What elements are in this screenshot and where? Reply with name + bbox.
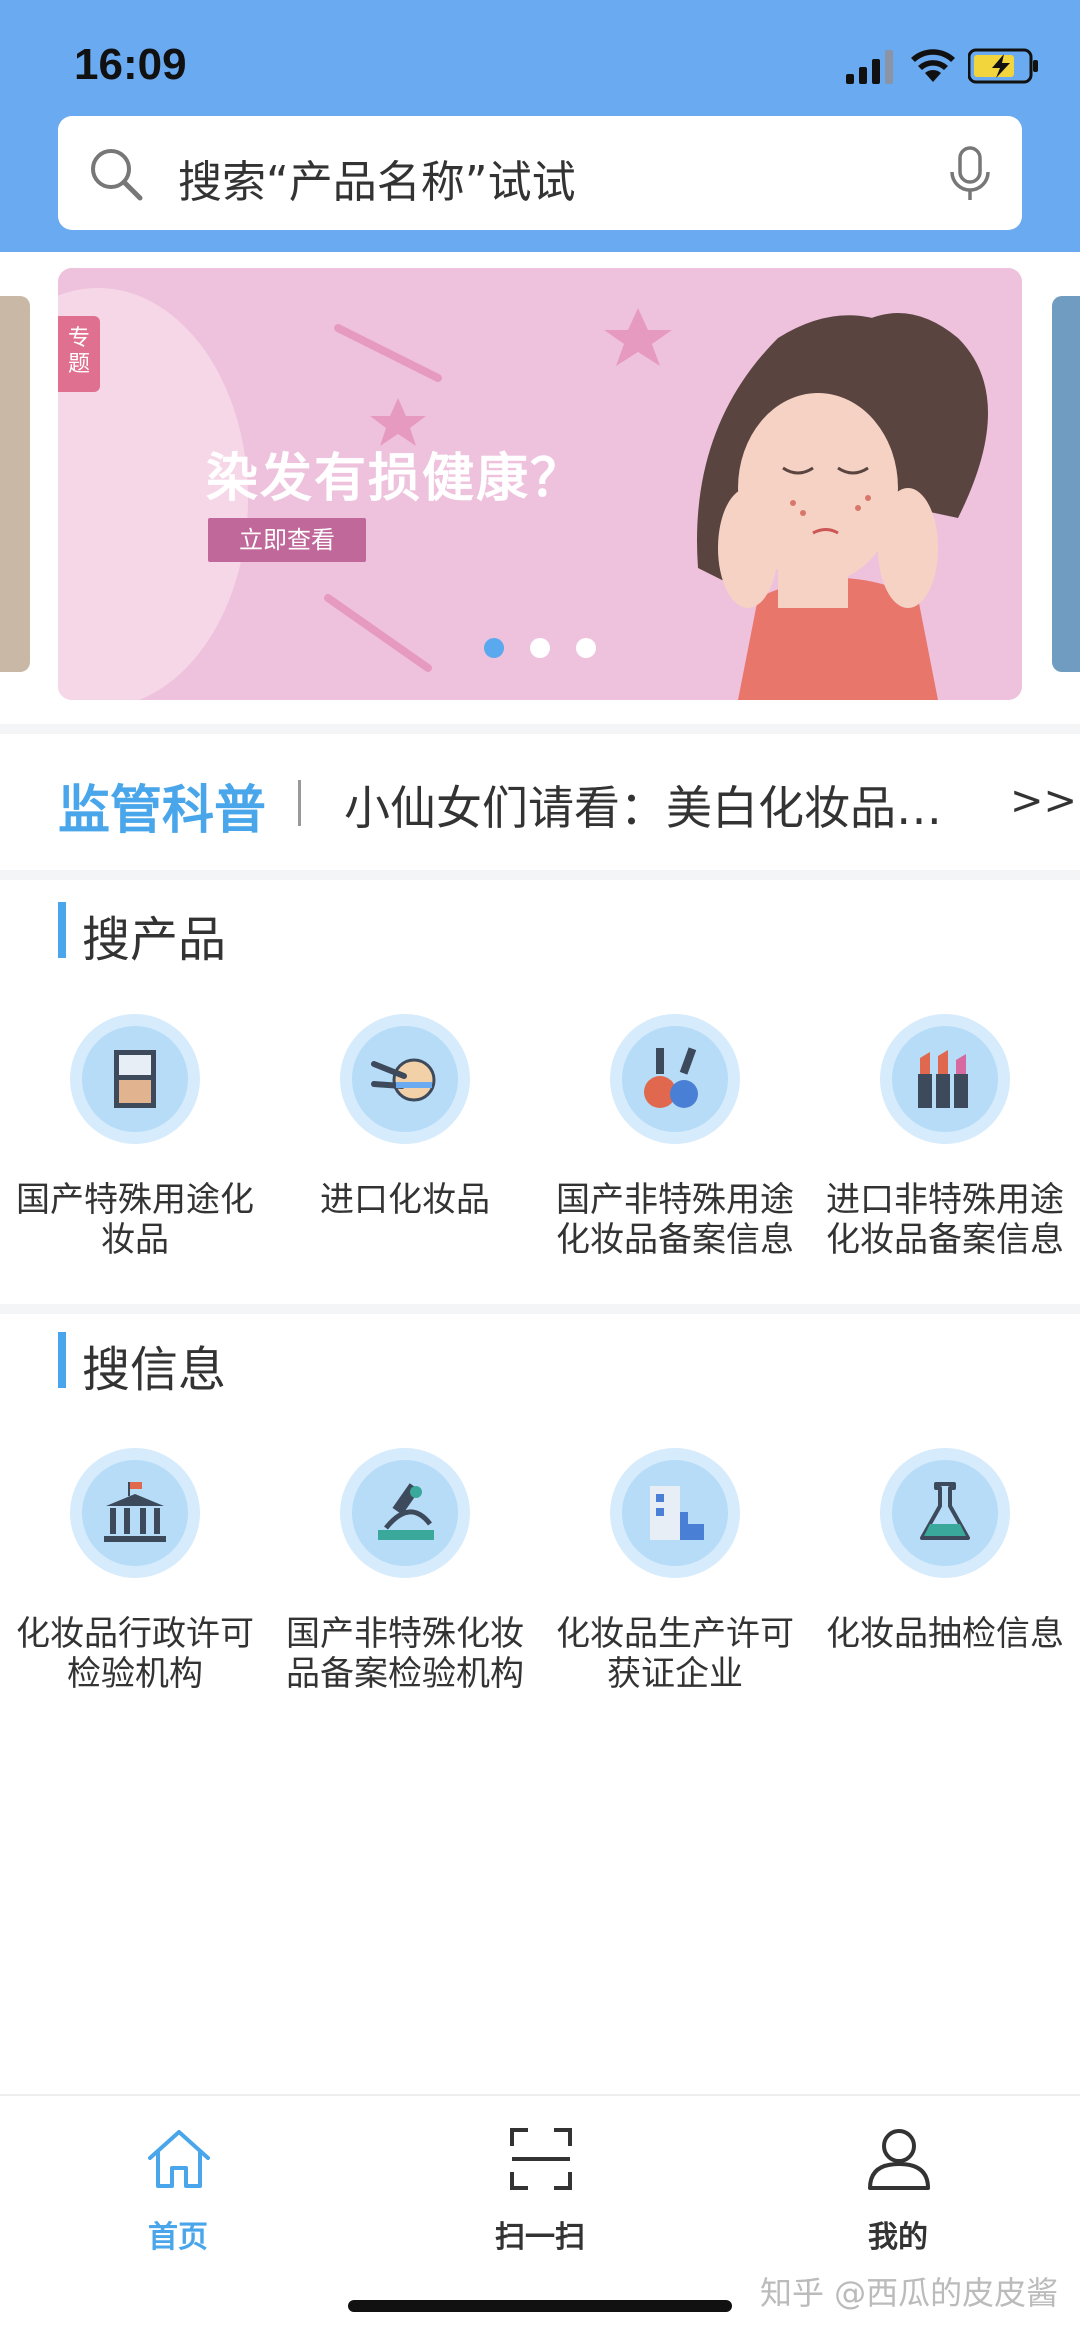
info-category-licensed-producers[interactable]: 化妆品生产许可获证企业	[540, 1448, 810, 1708]
product-category-imported[interactable]: 进口化妆品	[270, 1014, 540, 1274]
watermark: 知乎 @西瓜的皮皮酱	[760, 2274, 1059, 2312]
product-category-domestic-nonspecial[interactable]: 国产非特殊用途化妆品备案信息	[540, 1014, 810, 1274]
lipstick-icon	[918, 1050, 968, 1108]
banner-title: 染发有损健康？	[206, 449, 585, 509]
carousel-dot[interactable]	[484, 638, 504, 658]
section-accent-bar	[58, 1332, 66, 1388]
ticker-separator	[298, 780, 301, 826]
icon-circle	[70, 1448, 200, 1578]
cellular-signal-icon	[846, 50, 893, 84]
icon-circle	[610, 1014, 740, 1144]
status-time: 16:09	[74, 40, 187, 89]
info-category-admin-license-labs[interactable]: 化妆品行政许可检验机构	[0, 1448, 270, 1708]
tab-profile-label: 我的	[868, 2220, 928, 2255]
carousel-dot[interactable]	[530, 638, 550, 658]
icon-circle	[70, 1014, 200, 1144]
grid-item-label: 国产特殊用途化妆品	[16, 1180, 254, 1260]
nail-polish-icon	[644, 1047, 698, 1108]
institution-building-icon	[104, 1482, 166, 1542]
section-divider	[0, 724, 1080, 734]
section-products-title: 搜产品	[82, 912, 227, 968]
banner-peek-next[interactable]	[1052, 296, 1080, 672]
product-category-domestic-special[interactable]: 国产特殊用途化妆品	[0, 1014, 270, 1274]
icon-circle	[340, 1014, 470, 1144]
tab-scan-label: 扫一扫	[495, 2220, 585, 2255]
section-products-header: 搜产品	[58, 900, 458, 968]
icon-circle	[880, 1014, 1010, 1144]
grid-item-label: 国产非特殊化妆品备案检验机构	[286, 1614, 524, 1694]
makeup-brush-icon	[371, 1058, 436, 1102]
icon-circle	[610, 1448, 740, 1578]
grid-item-label: 进口化妆品	[320, 1180, 490, 1220]
news-ticker[interactable]: 监管科普 小仙女们请看：美白化妆品… >>	[0, 734, 1080, 866]
battery-icon	[968, 48, 1038, 84]
grid-item-label: 化妆品行政许可检验机构	[16, 1614, 254, 1694]
search-bar[interactable]: 搜索“产品名称”试试	[58, 116, 1022, 230]
microphone-icon[interactable]	[948, 146, 992, 204]
section-divider	[0, 1304, 1080, 1314]
carousel-dots	[58, 638, 1022, 660]
search-icon	[91, 149, 143, 201]
info-category-spot-check[interactable]: 化妆品抽检信息	[810, 1448, 1080, 1708]
ticker-headline[interactable]: 小仙女们请看：美白化妆品…	[344, 772, 942, 838]
factory-icon	[650, 1486, 704, 1540]
grid-item-label: 国产非特殊用途化妆品备案信息	[556, 1180, 794, 1260]
status-bar: 16:09	[0, 0, 1080, 110]
info-category-filing-labs[interactable]: 国产非特殊化妆品备案检验机构	[270, 1448, 540, 1708]
icon-circle	[880, 1448, 1010, 1578]
compact-powder-icon	[114, 1050, 156, 1108]
grid-item-label: 化妆品生产许可获证企业	[556, 1614, 794, 1694]
grid-item-label: 化妆品抽检信息	[826, 1614, 1064, 1654]
icon-circle	[340, 1448, 470, 1578]
carousel-dot[interactable]	[576, 638, 596, 658]
wifi-icon	[911, 49, 955, 82]
microscope-icon	[378, 1483, 434, 1540]
banner-carousel[interactable]: 专题 染发有损健康？ 立即查看	[0, 252, 1080, 718]
tab-profile[interactable]: 我的	[798, 2124, 998, 2255]
home-indicator[interactable]	[348, 2300, 732, 2312]
home-icon	[148, 2130, 210, 2188]
user-icon	[868, 2129, 930, 2190]
banner-view-button[interactable]: 立即查看	[208, 518, 366, 562]
ticker-label: 监管科普	[58, 781, 267, 841]
section-info-header: 搜信息	[58, 1330, 458, 1398]
product-category-imported-nonspecial[interactable]: 进口非特殊用途化妆品备案信息	[810, 1014, 1080, 1274]
section-divider	[0, 870, 1080, 880]
banner-slide[interactable]: 专题 染发有损健康？ 立即查看	[58, 268, 1022, 700]
flask-icon	[920, 1482, 970, 1540]
tab-scan[interactable]: 扫一扫	[440, 2124, 640, 2255]
tab-home[interactable]: 首页	[78, 2124, 278, 2255]
search-input[interactable]: 搜索“产品名称”试试	[178, 146, 576, 210]
ticker-more-link[interactable]: >>	[1010, 778, 1077, 824]
section-accent-bar	[58, 902, 66, 958]
header: 16:09 搜索“产品名称”试试	[0, 0, 1080, 252]
tab-home-label: 首页	[148, 2220, 208, 2255]
grid-item-label: 进口非特殊用途化妆品备案信息	[826, 1180, 1064, 1260]
banner-peek-previous[interactable]	[0, 296, 30, 672]
scan-icon	[510, 2128, 572, 2190]
section-info-title: 搜信息	[82, 1342, 227, 1398]
banner-tag: 专题	[58, 316, 100, 392]
